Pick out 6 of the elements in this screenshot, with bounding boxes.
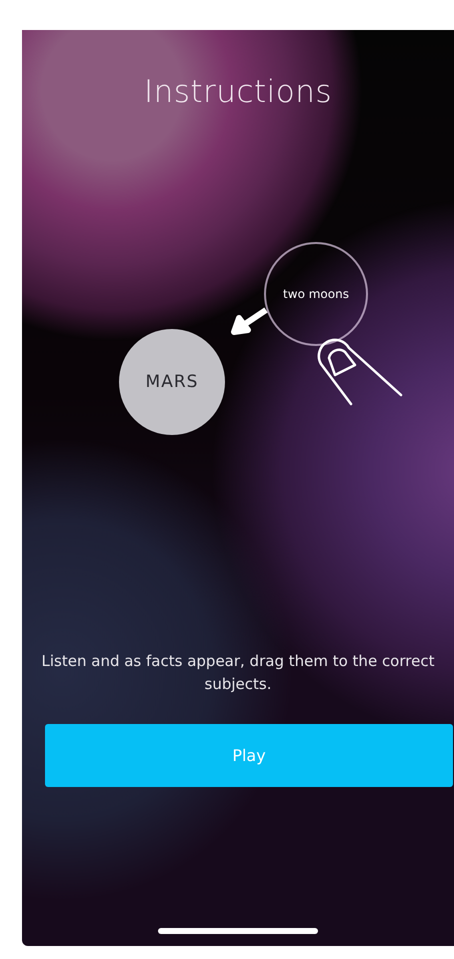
play-button[interactable]: Play	[45, 724, 453, 787]
arrow-icon	[230, 307, 270, 337]
screen-title: Instructions	[144, 74, 332, 110]
fact-bubble: two moons	[264, 242, 368, 346]
instruction-text: Listen and as facts appear, drag them to the correct subjects.	[40, 651, 436, 694]
subject-bubble: MARS	[119, 329, 225, 435]
